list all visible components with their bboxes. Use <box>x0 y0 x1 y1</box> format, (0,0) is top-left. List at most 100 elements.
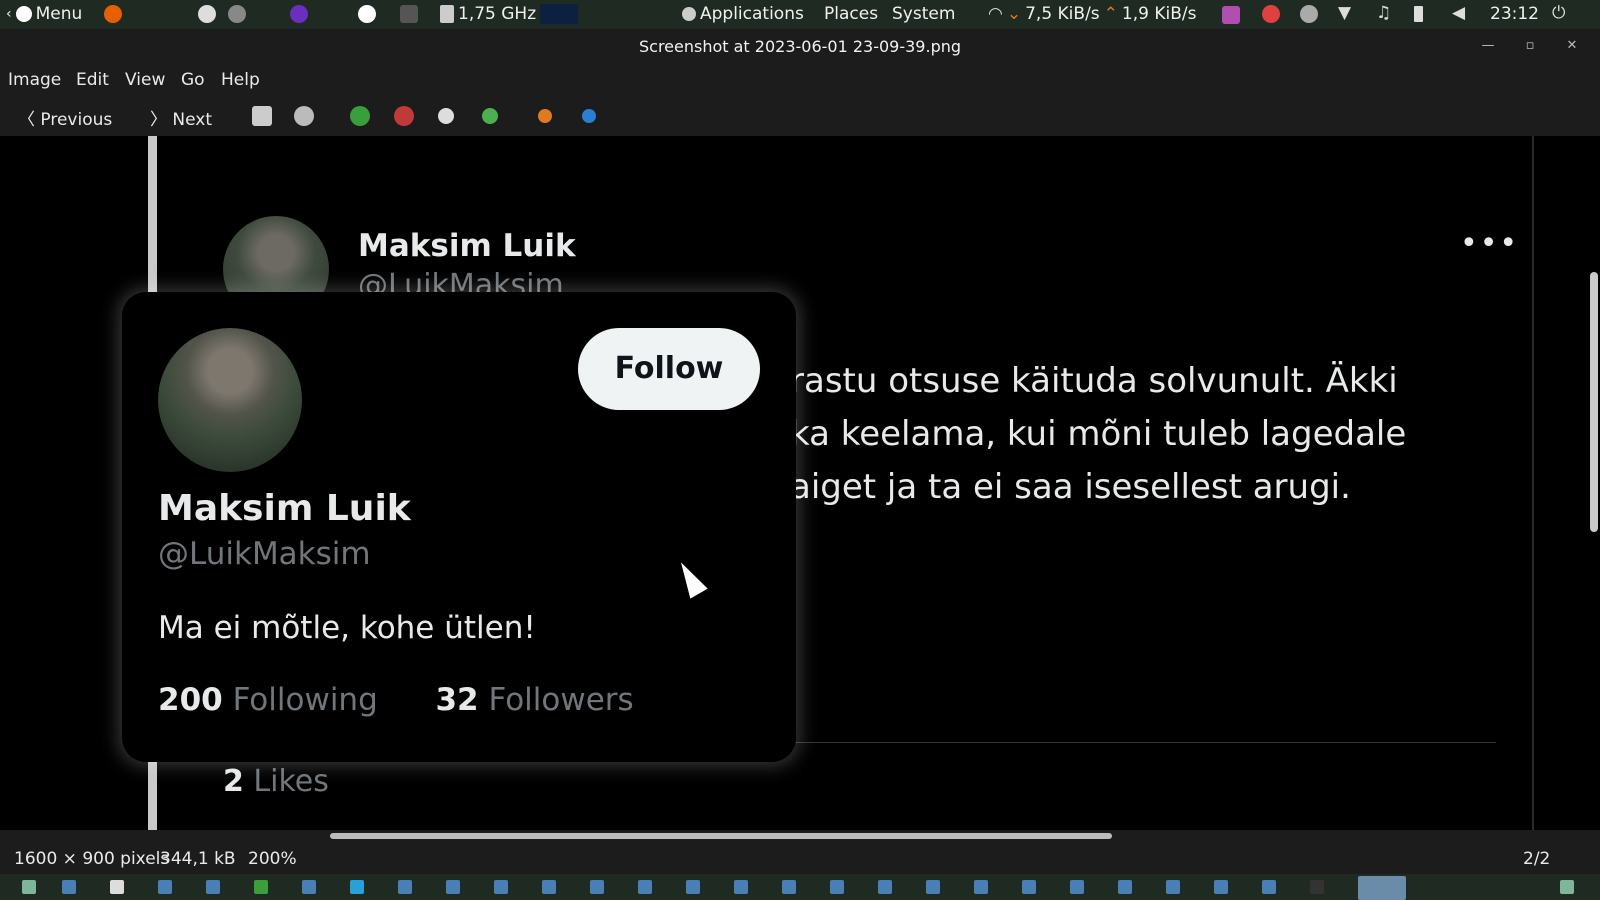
tweet-text-line-2: ka keelama, kui mõni tuleb lagedale <box>790 414 1407 454</box>
slideshow-icon[interactable] <box>252 106 272 126</box>
menu-bar: Image Edit View Go Help <box>0 64 1600 96</box>
upload-arrow-icon: ⌃ <box>1103 4 1118 24</box>
previous-button[interactable]: 〈 Previous <box>18 105 112 130</box>
zoom-normal-icon[interactable] <box>438 108 454 124</box>
menu-label: Menu <box>35 4 83 24</box>
trash-icon[interactable] <box>1560 880 1574 894</box>
podcast-icon[interactable] <box>290 5 308 23</box>
task-item[interactable] <box>62 880 76 894</box>
task-item[interactable] <box>350 880 364 894</box>
network-monitor: ◠ ⌄ 7,5 KiB/s ⌃ 1,9 KiB/s <box>988 4 1196 24</box>
places-menu[interactable]: Places <box>824 4 878 24</box>
fullscreen-icon[interactable] <box>294 106 314 126</box>
window-titlebar: Screenshot at 2023-06-01 23-09-39.png — … <box>0 29 1600 64</box>
tweet-text-line-1: rastu otsuse käituda solvunult. Äkki <box>790 361 1398 401</box>
app-a-icon[interactable] <box>198 5 216 23</box>
task-item[interactable] <box>590 880 604 894</box>
profile-avatar <box>158 328 302 472</box>
task-item[interactable] <box>1118 880 1132 894</box>
menu-button[interactable]: ‹ Menu <box>6 4 82 24</box>
minimize-button[interactable]: — <box>1478 36 1498 56</box>
vertical-scrollbar[interactable] <box>1590 272 1598 532</box>
notifications-icon[interactable]: ♫ <box>1376 3 1391 23</box>
task-item[interactable] <box>1214 880 1228 894</box>
menu-go[interactable]: Go <box>181 70 205 90</box>
close-button[interactable]: ✕ <box>1562 36 1582 56</box>
task-item[interactable] <box>1166 880 1180 894</box>
status-bar: 1600 × 900 pixels 344,1 kB 200% 2/2 <box>0 844 1600 874</box>
profile-stats: 200 Following 32 Followers <box>158 682 634 718</box>
likes-count: 2 <box>223 764 244 799</box>
profile-hover-card: Follow Maksim Luik @LuikMaksim Ma ei mõt… <box>122 292 796 762</box>
task-item[interactable] <box>542 880 556 894</box>
task-item[interactable] <box>158 880 172 894</box>
task-item[interactable] <box>494 880 508 894</box>
power-icon[interactable]: ⏻ <box>1552 3 1565 23</box>
battery-icon[interactable] <box>1414 6 1423 22</box>
zoom-fit-icon[interactable] <box>482 108 498 124</box>
cpu-frequency: 1,75 GHz <box>458 4 537 24</box>
task-item[interactable] <box>782 880 796 894</box>
menu-help[interactable]: Help <box>221 70 260 90</box>
menu-image[interactable]: Image <box>8 70 61 90</box>
tweet-author-name: Maksim Luik <box>358 228 576 264</box>
image-position: 2/2 <box>1523 849 1551 869</box>
chevron-left-icon: 〈 <box>18 110 35 130</box>
volume-icon[interactable]: ◀ <box>1452 3 1465 23</box>
calendar-icon[interactable] <box>1262 5 1280 23</box>
horizontal-scroll-thumb[interactable] <box>330 833 1112 839</box>
task-item[interactable] <box>302 880 316 894</box>
followers-count: 32 <box>435 682 479 718</box>
image-file-size: 344,1 kB <box>160 849 236 869</box>
clock[interactable]: 23:12 <box>1490 4 1539 24</box>
task-item-active[interactable] <box>1358 876 1406 900</box>
image-dimensions: 1600 × 900 pixels <box>14 849 170 869</box>
task-item[interactable] <box>206 880 220 894</box>
task-item[interactable] <box>686 880 700 894</box>
task-item[interactable] <box>878 880 892 894</box>
task-item[interactable] <box>1310 880 1324 894</box>
task-item[interactable] <box>638 880 652 894</box>
task-item[interactable] <box>830 880 844 894</box>
system-panel: ‹ Menu 1,75 GHz Applications Places Syst… <box>0 0 1600 29</box>
maximize-button[interactable]: ▫ <box>1520 36 1540 56</box>
applications-menu[interactable]: Applications <box>682 4 804 24</box>
opera-icon[interactable] <box>358 5 376 23</box>
task-item[interactable] <box>1070 880 1084 894</box>
tray-app-icon[interactable] <box>1222 6 1240 24</box>
show-desktop-icon[interactable] <box>22 880 36 894</box>
task-item[interactable] <box>974 880 988 894</box>
following-label: Following <box>232 682 378 718</box>
updates-icon[interactable] <box>1300 5 1318 23</box>
task-item[interactable] <box>446 880 460 894</box>
system-menu[interactable]: System <box>892 4 955 24</box>
wifi-icon: ◠ <box>988 4 1003 24</box>
previous-label: Previous <box>40 110 113 130</box>
menu-view[interactable]: View <box>125 70 165 90</box>
firefox-icon[interactable] <box>104 5 122 23</box>
rotate-right-icon[interactable] <box>582 109 596 123</box>
task-item[interactable] <box>734 880 748 894</box>
horizontal-scrollbar[interactable] <box>0 830 1600 844</box>
zoom-out-icon[interactable] <box>394 106 414 126</box>
applications-label: Applications <box>700 4 804 24</box>
terminal-icon[interactable] <box>400 5 418 23</box>
follow-button: Follow <box>578 328 760 410</box>
wifi-signal-icon[interactable]: ▼ <box>1338 3 1351 23</box>
chevron-right-icon: 〉 <box>150 110 167 130</box>
task-item[interactable] <box>398 880 412 894</box>
settings-icon[interactable] <box>228 5 246 23</box>
zoom-in-icon[interactable] <box>350 106 370 126</box>
taskbar <box>0 874 1600 900</box>
task-item[interactable] <box>254 880 268 894</box>
profile-handle: @LuikMaksim <box>158 536 371 572</box>
task-item[interactable] <box>1262 880 1276 894</box>
tweet-divider <box>790 742 1496 743</box>
download-arrow-icon: ⌄ <box>1006 4 1022 24</box>
next-button[interactable]: 〉 Next <box>150 105 212 130</box>
rotate-left-icon[interactable] <box>538 109 552 123</box>
task-item[interactable] <box>926 880 940 894</box>
menu-edit[interactable]: Edit <box>76 70 109 90</box>
task-item[interactable] <box>110 880 124 894</box>
task-item[interactable] <box>1022 880 1036 894</box>
